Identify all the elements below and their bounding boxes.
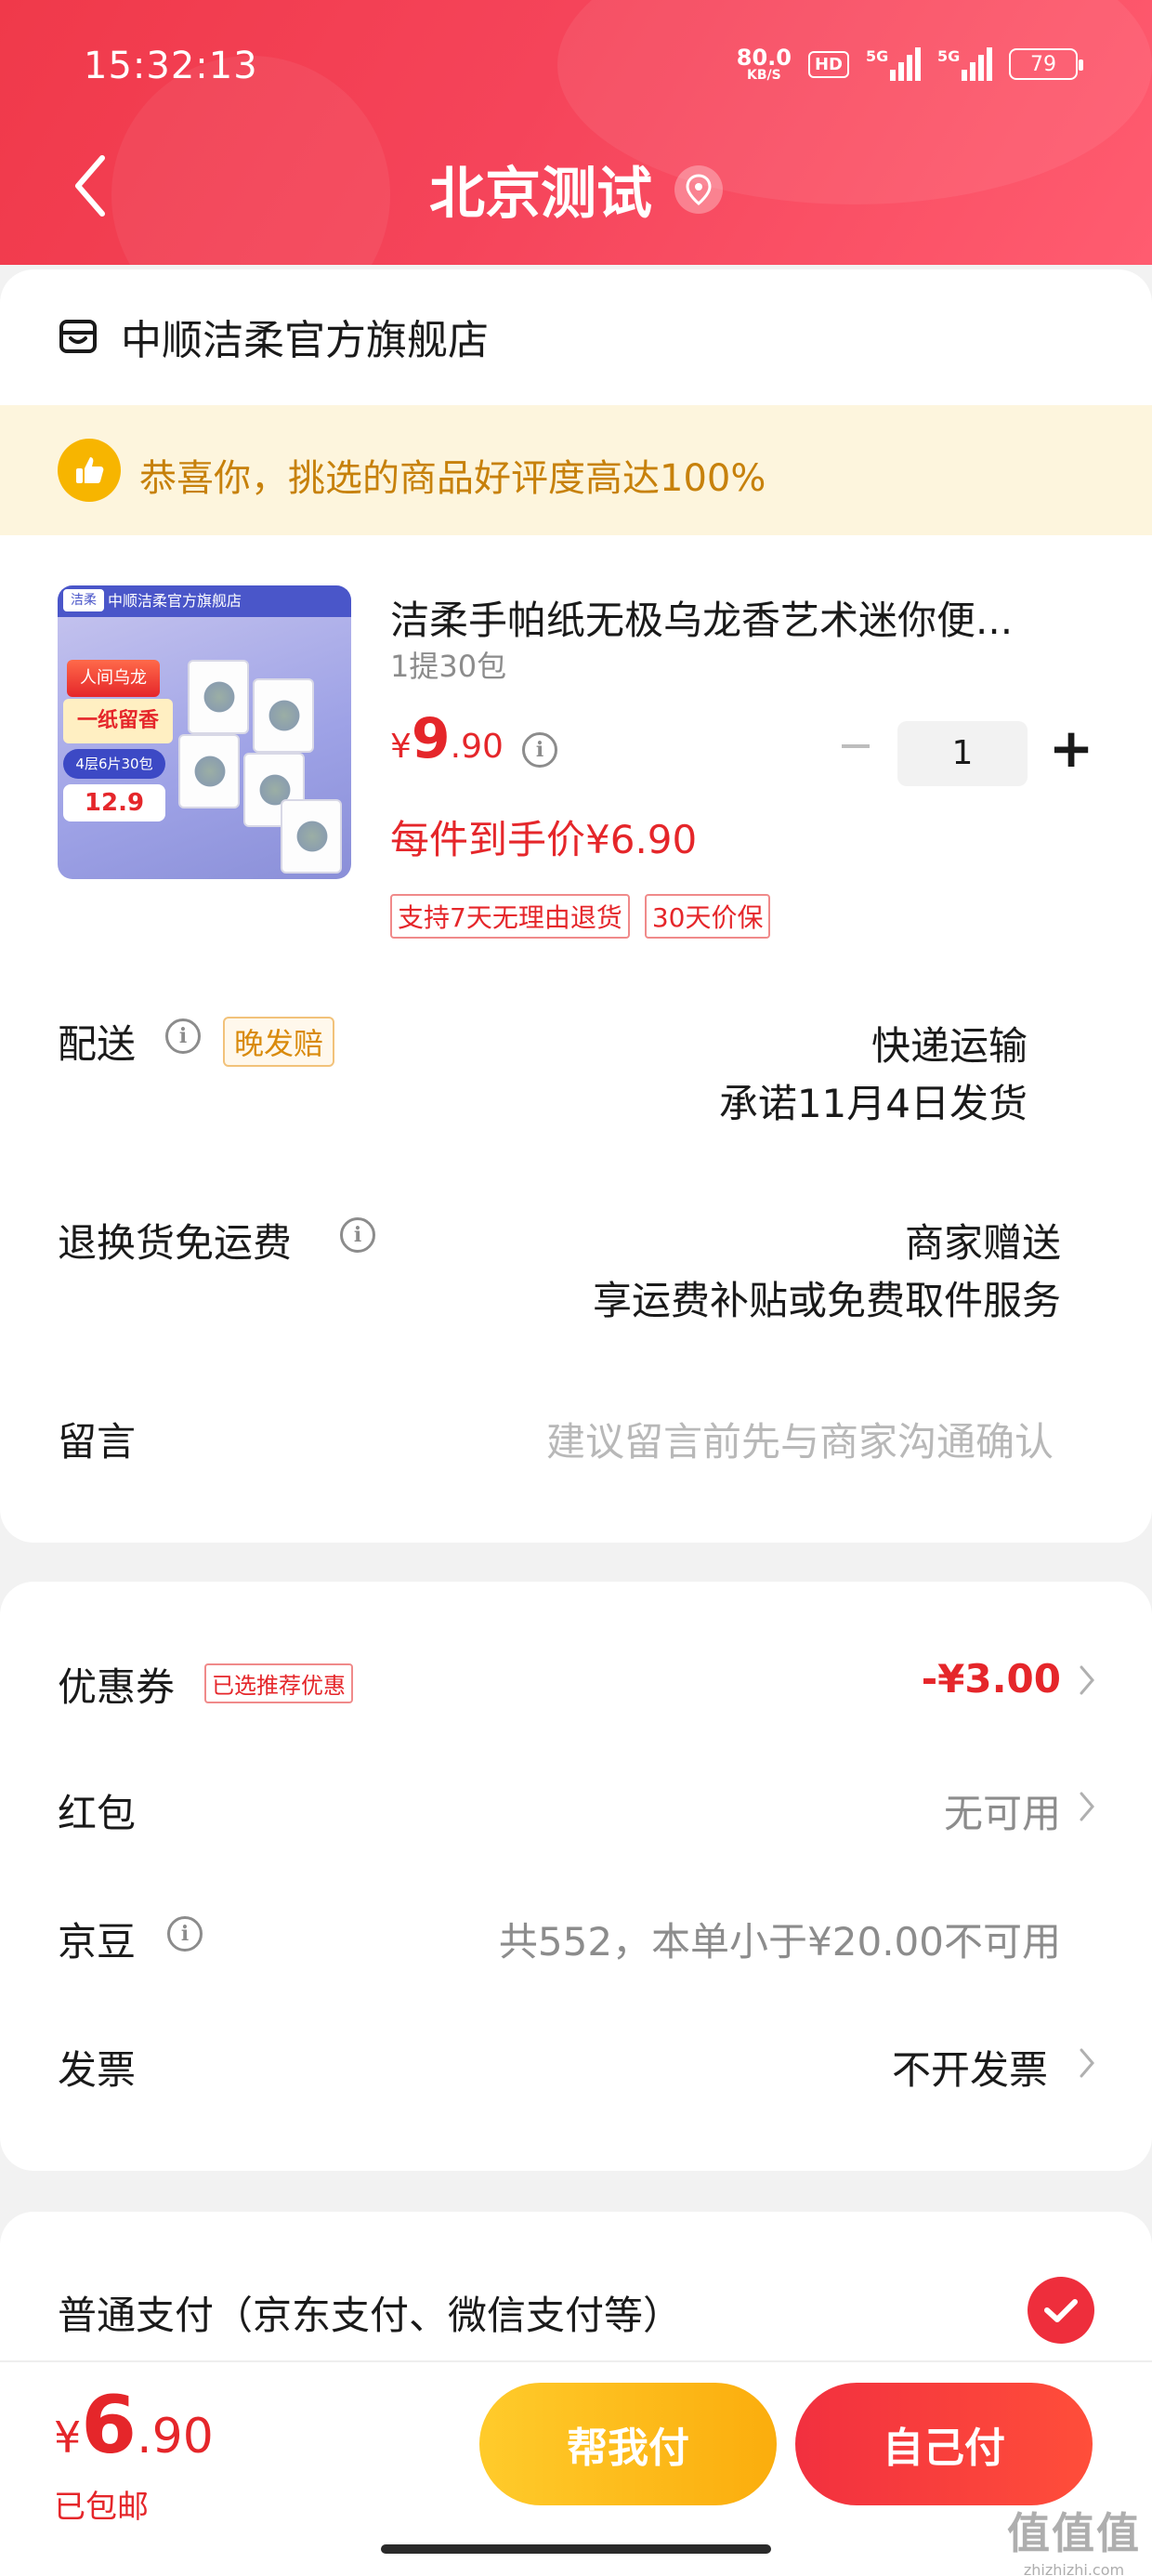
info-icon[interactable]: i bbox=[165, 1019, 201, 1054]
image-logo: 洁柔 bbox=[63, 589, 104, 611]
image-banner: 4层6片30包 bbox=[63, 749, 165, 779]
jingdou-label: 京豆 bbox=[58, 1919, 137, 1965]
redpacket-label: 红包 bbox=[58, 1791, 137, 1836]
invoice-value[interactable]: 不开发票 bbox=[892, 2039, 1048, 2096]
image-banner: 一纸留香 bbox=[63, 699, 173, 743]
image-price: 12.9 bbox=[63, 784, 165, 821]
info-icon[interactable]: i bbox=[340, 1217, 375, 1253]
store-row[interactable]: 中顺洁柔官方旗舰店 bbox=[58, 307, 489, 366]
network-speed-value: 80.0 bbox=[736, 45, 792, 71]
chevron-right-icon[interactable] bbox=[1078, 1663, 1096, 1697]
each-price: 每件到手价¥6.90 bbox=[390, 817, 698, 862]
signal-label: 5G bbox=[866, 47, 889, 65]
check-icon[interactable] bbox=[1028, 2277, 1094, 2344]
return-shipping-label: 退换货免运费 bbox=[58, 1220, 293, 1266]
quantity-increase-button[interactable]: + bbox=[1046, 721, 1096, 775]
watermark: 值值值 zhizhizhi.com bbox=[1007, 2500, 1141, 2576]
product-price: ¥ 9 .90 bbox=[390, 706, 504, 771]
service-tag: 支持7天无理由退货 bbox=[390, 894, 630, 939]
nav-bar: 北京测试 bbox=[0, 139, 1152, 232]
info-icon[interactable]: i bbox=[522, 732, 557, 768]
hd-icon: HD bbox=[807, 50, 849, 78]
signal-label: 5G bbox=[937, 47, 961, 65]
late-compensation-badge: 晚发赔 bbox=[223, 1017, 335, 1067]
product-spec: 1提30包 bbox=[390, 649, 507, 684]
total-integer: 6 bbox=[81, 2379, 137, 2472]
network-speed-unit: KB/S bbox=[747, 68, 781, 83]
coupon-badge: 已选推荐优惠 bbox=[204, 1663, 353, 1703]
delivery-promise[interactable]: 承诺11月4日发货 bbox=[719, 1072, 1028, 1129]
watermark-url: zhizhizhi.com bbox=[1023, 2561, 1125, 2576]
image-banner: 人间乌龙 bbox=[67, 660, 160, 697]
redpacket-value[interactable]: 无可用 bbox=[944, 1782, 1061, 1839]
quantity-decrease-button[interactable] bbox=[832, 723, 879, 769]
nav-title-group[interactable]: 北京测试 bbox=[0, 149, 1152, 230]
battery-icon: 79 bbox=[1009, 48, 1083, 80]
quantity-input[interactable]: 1 bbox=[897, 721, 1028, 786]
product-image[interactable]: 中顺洁柔官方旗舰店 洁柔 人间乌龙 一纸留香 4层6片30包 12.9 bbox=[58, 585, 351, 879]
total-price: ¥ 6 .90 bbox=[54, 2379, 214, 2472]
price-decimal: .90 bbox=[450, 728, 504, 766]
praise-banner: 恭喜你，挑选的商品好评度高达100% bbox=[0, 405, 1152, 535]
location-pin-icon[interactable] bbox=[674, 164, 723, 214]
delivery-method[interactable]: 快递运输 bbox=[871, 1015, 1028, 1071]
status-time: 15:32:13 bbox=[84, 45, 258, 87]
store-name[interactable]: 中顺洁柔官方旗舰店 bbox=[121, 307, 489, 366]
jingdou-value: 共552，本单小于¥20.00不可用 bbox=[498, 1919, 1061, 1965]
thumbs-up-icon bbox=[58, 439, 121, 502]
free-shipping-label: 已包邮 bbox=[54, 2489, 149, 2526]
price-integer: 9 bbox=[411, 706, 451, 771]
product-title[interactable]: 洁柔手帕纸无极乌龙香艺术迷你便... bbox=[390, 589, 1059, 646]
home-indicator[interactable] bbox=[381, 2544, 771, 2554]
chevron-right-icon[interactable] bbox=[1078, 1790, 1096, 1823]
total-currency: ¥ bbox=[54, 2412, 82, 2463]
return-shipping-detail: 享运费补贴或免费取件服务 bbox=[592, 1278, 1061, 1323]
signal-icon: 5G bbox=[937, 47, 992, 81]
header: 15:32:13 80.0 KB/S HD 5G 5G 79 北京测试 bbox=[0, 0, 1152, 265]
self-pay-button[interactable]: 自己付 bbox=[795, 2383, 1093, 2505]
info-icon[interactable]: i bbox=[167, 1916, 203, 1952]
tissue-pack bbox=[253, 678, 314, 753]
chevron-right-icon[interactable] bbox=[1078, 2046, 1096, 2080]
coupon-label: 优惠券 bbox=[58, 1664, 176, 1710]
tissue-pack bbox=[178, 734, 240, 808]
help-pay-button[interactable]: 帮我付 bbox=[479, 2383, 777, 2505]
praise-text: 恭喜你，挑选的商品好评度高达100% bbox=[139, 457, 766, 500]
return-shipping-value: 商家赠送 bbox=[904, 1220, 1061, 1266]
tissue-pack bbox=[188, 660, 249, 734]
invoice-label: 发票 bbox=[58, 2047, 137, 2093]
memo-input[interactable]: 建议留言前先与商家沟通确认 bbox=[546, 1411, 1054, 1467]
service-tag: 30天价保 bbox=[644, 894, 771, 939]
total-decimal: .90 bbox=[137, 2409, 214, 2464]
watermark-logo: 值值值 bbox=[1007, 2508, 1141, 2558]
coupon-value[interactable]: -¥3.00 bbox=[922, 1656, 1061, 1702]
store-icon bbox=[59, 320, 97, 353]
status-icons: 80.0 KB/S HD 5G 5G 79 bbox=[737, 46, 1083, 82]
service-tags: 支持7天无理由退货 30天价保 bbox=[390, 894, 771, 939]
network-speed: 80.0 KB/S bbox=[737, 46, 792, 82]
signal-icon: 5G bbox=[866, 47, 921, 81]
memo-label: 留言 bbox=[58, 1419, 137, 1465]
order-card: 中顺洁柔官方旗舰店 恭喜你，挑选的商品好评度高达100% 中顺洁柔官方旗舰店 洁… bbox=[0, 269, 1152, 1543]
payment-method-label[interactable]: 普通支付（京东支付、微信支付等） bbox=[58, 2284, 682, 2341]
status-bar: 15:32:13 80.0 KB/S HD 5G 5G 79 bbox=[0, 37, 1152, 102]
price-currency: ¥ bbox=[390, 728, 412, 766]
page-title[interactable]: 北京测试 bbox=[429, 149, 652, 230]
discount-card: 优惠券 已选推荐优惠 -¥3.00 红包 无可用 京豆 i 共552，本单小于¥… bbox=[0, 1582, 1152, 2171]
delivery-label: 配送 bbox=[58, 1021, 137, 1067]
tissue-pack bbox=[281, 799, 342, 874]
